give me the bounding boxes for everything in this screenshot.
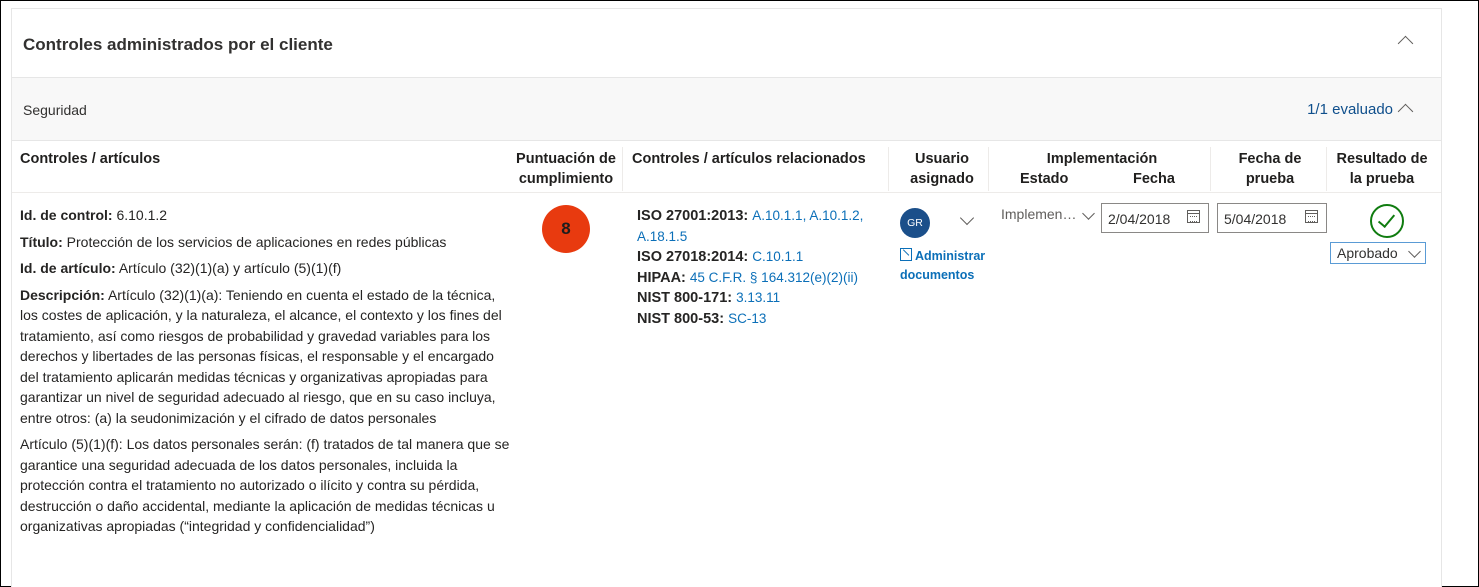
col-header-implementation: Implementación: [1046, 151, 1158, 167]
column-divider: [988, 147, 989, 191]
column-divider: [1210, 147, 1211, 191]
related-standard: ISO 27001:2013:: [637, 208, 749, 224]
col-header-impl-date: Fecha: [1133, 171, 1175, 187]
test-result-value: Aprobado: [1337, 245, 1398, 261]
test-date-value: 5/04/2018: [1224, 211, 1287, 227]
chevron-down-icon: [1408, 245, 1421, 258]
description-label: Descripción:: [20, 286, 105, 303]
col-header-test-result-line2: la prueba: [1349, 171, 1415, 187]
control-details: Id. de control: 6.10.1.2 Título: Protecc…: [20, 205, 512, 543]
related-link[interactable]: 3.13.11: [736, 290, 780, 305]
control-title-label: Título:: [20, 233, 63, 250]
related-standard: ISO 27018:2014:: [637, 249, 749, 265]
col-header-impl-state: Estado: [1020, 171, 1069, 187]
col-header-test-date-line1: Fecha de: [1238, 151, 1302, 167]
related-item: NIST 800-171: 3.13.11: [637, 288, 887, 309]
chevron-down-icon[interactable]: [959, 210, 975, 226]
col-header-test-result-line1: Resultado de: [1336, 151, 1428, 167]
col-header-test-date: Fecha de prueba: [1212, 149, 1328, 189]
description-value: Artículo (32)(1)(a): Teniendo en cuenta …: [20, 286, 502, 426]
related-link[interactable]: SC-13: [728, 311, 766, 326]
calendar-icon[interactable]: [1305, 210, 1318, 223]
manage-documents-link[interactable]: Administrar documentos: [900, 247, 1000, 285]
col-header-user: Usuario asignado: [892, 149, 992, 189]
col-header-test-result: Resultado de la prueba: [1328, 149, 1436, 189]
related-link[interactable]: C.10.1.1: [752, 249, 803, 264]
compliance-score-badge: 8: [542, 205, 590, 253]
related-standard: NIST 800-53:: [637, 310, 725, 327]
control-title-value: Protección de los servicios de aplicacio…: [66, 233, 447, 250]
control-id-label: Id. de control:: [20, 207, 113, 223]
implementation-state-value: Implemen…: [1001, 206, 1077, 222]
check-circle-icon: [1370, 204, 1404, 238]
col-header-score-line2: cumplimiento: [518, 171, 614, 187]
calendar-icon[interactable]: [1187, 210, 1200, 223]
section-label: Seguridad: [23, 102, 87, 118]
article-id-label: Id. de artículo:: [20, 260, 116, 276]
document-icon: [900, 248, 912, 261]
column-divider: [622, 147, 623, 191]
related-item: HIPAA: 45 C.F.R. § 164.312(e)(2)(ii): [637, 268, 887, 289]
panel-title: Controles administrados por el cliente: [23, 35, 333, 54]
manage-documents-label: Administrar documentos: [900, 249, 986, 282]
col-header-score-line1: Puntuación de: [516, 151, 616, 167]
col-header-score: Puntuación de cumplimiento: [506, 149, 626, 189]
col-header-related: Controles / artículos relacionados: [632, 151, 866, 167]
col-header-user-line1: Usuario: [915, 151, 969, 167]
column-divider: [1326, 147, 1327, 191]
chevron-up-icon[interactable]: [1397, 103, 1414, 120]
article-id-value: Artículo (32)(1)(a) y artículo (5)(1)(f): [118, 260, 342, 276]
customer-controls-panel: Controles administrados por el cliente S…: [11, 8, 1442, 587]
col-header-controls: Controles / artículos: [20, 151, 161, 167]
control-id-value: 6.10.1.2: [116, 207, 168, 223]
header-divider: [12, 192, 1441, 193]
related-link[interactable]: 45 C.F.R. § 164.312(e)(2)(ii): [690, 270, 858, 285]
column-divider: [888, 147, 889, 191]
related-standard: HIPAA:: [637, 269, 686, 286]
section-bar[interactable]: Seguridad 1/1 evaluado: [12, 78, 1441, 141]
avatar[interactable]: GR: [900, 208, 930, 238]
description-value-2: Artículo (5)(1)(f): Los datos personales…: [20, 436, 510, 534]
panel-header[interactable]: Controles administrados por el cliente: [12, 9, 1441, 78]
related-standard: NIST 800-171:: [637, 290, 733, 306]
test-date-picker[interactable]: 5/04/2018: [1217, 203, 1327, 233]
related-item: ISO 27018:2014: C.10.1.1: [637, 247, 887, 268]
related-item: NIST 800-53: SC-13: [637, 309, 887, 330]
related-controls-list: ISO 27001:2013: A.10.1.1, A.10.1.2, A.18…: [637, 206, 887, 329]
implementation-state-dropdown[interactable]: Implemen…: [1001, 206, 1097, 228]
test-result-dropdown[interactable]: Aprobado: [1330, 242, 1426, 264]
col-header-test-date-line2: prueba: [1245, 171, 1295, 187]
implementation-date-picker[interactable]: 2/04/2018: [1101, 203, 1209, 233]
implementation-date-value: 2/04/2018: [1108, 211, 1171, 227]
section-evaluated-count[interactable]: 1/1 evaluado: [1307, 101, 1393, 118]
chevron-down-icon: [1082, 207, 1095, 220]
related-item: ISO 27001:2013: A.10.1.1, A.10.1.2, A.18…: [637, 206, 887, 247]
col-header-user-line2: asignado: [910, 171, 974, 187]
chevron-up-icon[interactable]: [1397, 35, 1414, 52]
